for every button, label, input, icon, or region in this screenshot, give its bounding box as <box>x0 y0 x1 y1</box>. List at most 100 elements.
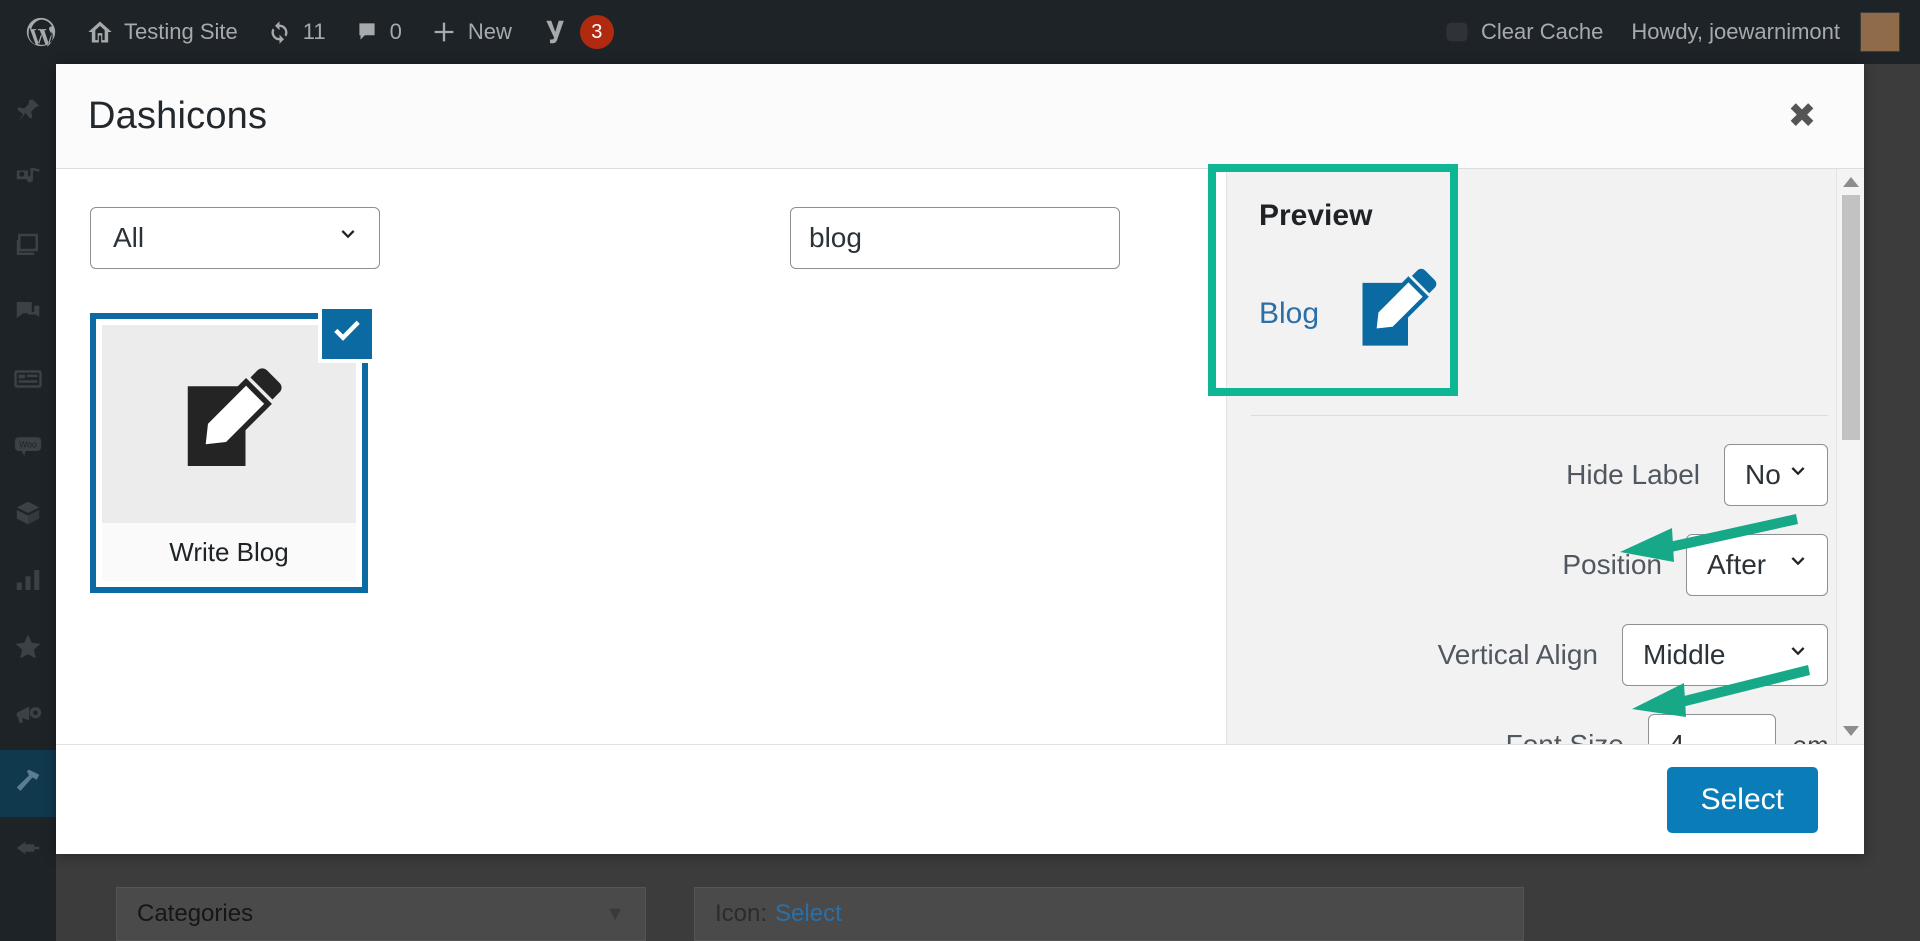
hide-label-label: Hide Label <box>1566 459 1700 490</box>
settings-scroll-area: Preview Blog Hide Label No Position Afte… <box>1227 169 1864 744</box>
sidebar-item-analytics[interactable] <box>0 549 56 616</box>
site-name-label: Testing Site <box>124 19 238 44</box>
vertical-align-value: Middle <box>1643 639 1726 670</box>
new-content-label: New <box>467 19 512 44</box>
search-input[interactable]: blog <box>790 207 1120 269</box>
font-size-value: 4 <box>1669 729 1685 744</box>
forms-icon <box>13 364 43 399</box>
sidebar-item-media[interactable] <box>0 147 56 214</box>
settings-divider <box>1251 415 1828 416</box>
updates-icon <box>266 19 293 46</box>
categories-panel[interactable]: Categories ▼ <box>116 887 646 941</box>
icon-selected-check <box>318 305 376 363</box>
icon-card-label: Write Blog <box>102 523 356 581</box>
icon-field-label: Icon: <box>715 900 768 927</box>
hide-label-select[interactable]: No <box>1724 444 1828 506</box>
yoast-menu[interactable]: 3 <box>526 0 628 64</box>
admin-bar-right: Clear Cache Howdy, joewarnimont <box>1429 0 1920 64</box>
site-name-menu[interactable]: Testing Site <box>72 0 252 64</box>
font-size-input[interactable]: 4 <box>1647 714 1776 744</box>
updates-menu[interactable]: 11 <box>252 0 340 64</box>
search-wrapper: blog <box>790 207 1120 269</box>
sidebar-item-marketing[interactable] <box>0 616 56 683</box>
settings-scrollbar[interactable] <box>1836 169 1864 744</box>
icon-select-link[interactable]: Select <box>775 900 842 928</box>
bar-chart-icon <box>13 565 43 600</box>
plus-icon <box>430 18 458 46</box>
sidebar-item-forms[interactable] <box>0 348 56 415</box>
wordpress-logo-button[interactable] <box>10 0 72 64</box>
close-icon[interactable]: ✖ <box>1780 94 1824 138</box>
home-icon <box>86 18 114 46</box>
field-row-hide-label: Hide Label No <box>1227 444 1864 506</box>
icon-field-panel: Icon: Select <box>694 887 1524 941</box>
sidebar-item-plugins[interactable] <box>0 817 56 884</box>
modal-header: Dashicons ✖ <box>56 64 1864 169</box>
search-input-value: blog <box>809 222 862 253</box>
font-size-label: Font Size <box>1506 729 1624 744</box>
caret-down-icon: ▼ <box>605 902 625 925</box>
sidebar-item-pin[interactable] <box>0 80 56 147</box>
settings-panel: Preview Blog Hide Label No Position Afte… <box>1226 169 1864 744</box>
avatar <box>1860 12 1900 52</box>
scrollbar-thumb[interactable] <box>1842 195 1860 440</box>
icon-results-grid: Write Blog <box>90 305 1226 593</box>
sidebar-item-pages[interactable] <box>0 214 56 281</box>
clear-cache-menu[interactable]: Clear Cache <box>1429 0 1617 64</box>
chevron-down-icon <box>335 222 361 255</box>
box-icon <box>13 498 43 533</box>
media-icon <box>13 163 43 198</box>
sidebar-item-broadcast[interactable] <box>0 683 56 750</box>
sidebar-item-products[interactable] <box>0 482 56 549</box>
admin-bar-left: Testing Site 11 0 New 3 <box>0 0 628 64</box>
modal-footer: Select <box>56 744 1864 854</box>
comments-menu[interactable]: 0 <box>340 0 416 64</box>
position-select[interactable]: After <box>1686 534 1828 596</box>
sidebar-item-tools[interactable] <box>0 750 56 817</box>
speech-bubble-icon <box>1443 18 1471 46</box>
chevron-down-icon <box>1785 549 1811 582</box>
preview-row: Blog <box>1259 259 1816 368</box>
position-value: After <box>1707 549 1767 580</box>
comment-bubble-icon <box>354 19 380 45</box>
hammer-icon <box>13 766 43 801</box>
preview-pane: Preview Blog <box>1239 181 1836 393</box>
select-button[interactable]: Select <box>1666 766 1818 833</box>
icon-browser: All blog Write Blog <box>56 169 1226 744</box>
field-row-position: Position After <box>1227 534 1864 596</box>
woo-icon: Woo <box>13 431 43 466</box>
font-size-unit: em <box>1792 730 1828 745</box>
chevron-down-icon <box>1785 459 1811 492</box>
megaphone-icon <box>13 699 43 734</box>
field-row-vertical-align: Vertical Align Middle <box>1227 624 1864 686</box>
icon-result-card[interactable]: Write Blog <box>90 305 376 593</box>
background-bottom-row: Categories ▼ Icon: Select <box>56 881 1920 941</box>
screen: Categories ▼ Icon: Select Testing Site 1… <box>0 0 1920 941</box>
pin-icon <box>13 96 43 131</box>
modal-body: All blog Write Blog Preview Blog Hide La… <box>56 169 1864 744</box>
preview-title: Preview <box>1259 199 1373 232</box>
categories-label: Categories <box>137 900 254 927</box>
scroll-up-arrow-icon[interactable] <box>1842 175 1860 189</box>
sidebar-item-comments[interactable] <box>0 281 56 348</box>
chevron-down-icon <box>1785 639 1811 672</box>
svg-text:Woo: Woo <box>19 440 37 450</box>
sidebar-item-woocommerce[interactable]: Woo <box>0 415 56 482</box>
page-title: Dashicons <box>88 94 268 137</box>
wordpress-logo-icon <box>24 15 58 49</box>
pages-icon <box>13 230 43 265</box>
icon-category-select[interactable]: All <box>90 207 380 269</box>
write-blog-icon <box>163 356 295 493</box>
dashicons-modal: Dashicons ✖ All blog Write Blog Preview … <box>56 64 1864 854</box>
star-icon <box>13 632 43 667</box>
yoast-seo-icon <box>540 17 570 47</box>
updates-count: 11 <box>302 19 326 44</box>
new-content-menu[interactable]: New <box>416 0 526 64</box>
vertical-align-label: Vertical Align <box>1437 639 1598 670</box>
scroll-down-arrow-icon[interactable] <box>1842 724 1860 738</box>
admin-sidebar: Woo <box>0 64 56 941</box>
position-label: Position <box>1562 549 1662 580</box>
vertical-align-select[interactable]: Middle <box>1622 624 1828 686</box>
howdy-menu[interactable]: Howdy, joewarnimont <box>1617 0 1914 64</box>
browser-toolbar: All blog <box>90 207 1226 269</box>
